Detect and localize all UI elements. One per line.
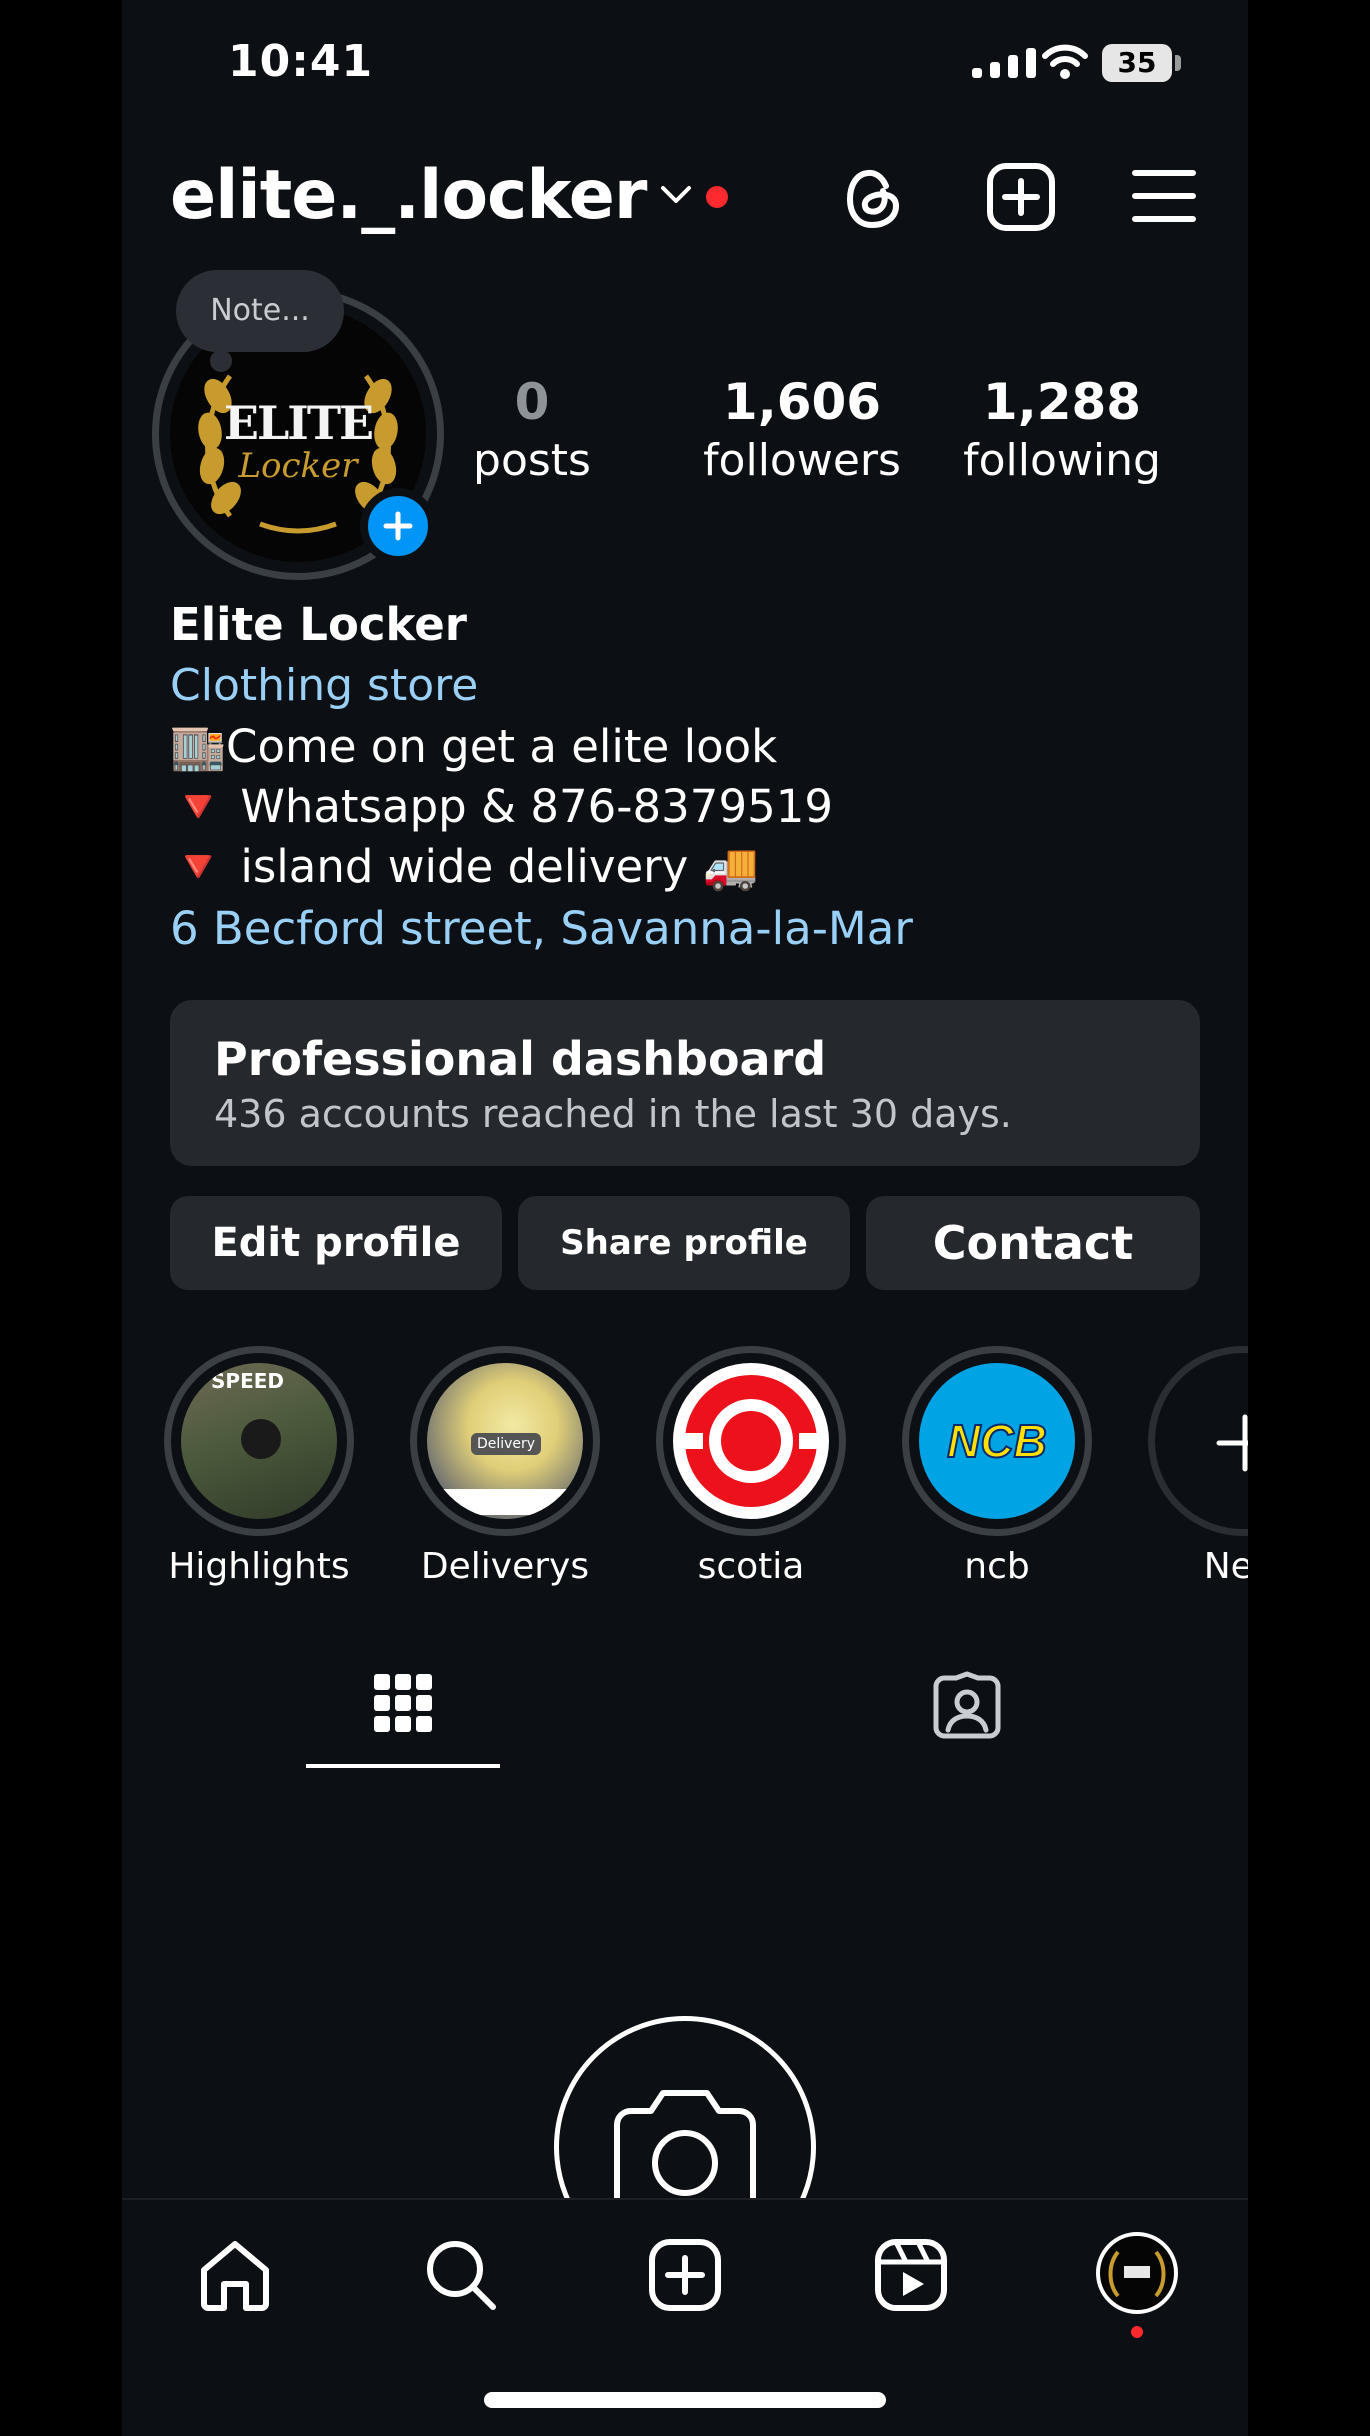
following-stat[interactable]: 1,288 following bbox=[952, 372, 1172, 490]
highlight-scotia[interactable] bbox=[656, 1346, 846, 1536]
note-bubble-tail bbox=[210, 350, 232, 372]
bio-line-3: 🔻 island wide delivery 🚚 bbox=[170, 840, 759, 893]
followers-label: followers bbox=[703, 435, 901, 486]
home-indicator bbox=[484, 2392, 886, 2408]
create-icon[interactable] bbox=[986, 162, 1056, 232]
highlight-ncb-cover: NCB bbox=[919, 1363, 1075, 1519]
grid-icon[interactable] bbox=[372, 1672, 434, 1734]
highlight-highlights-cover: SPEED bbox=[181, 1363, 337, 1519]
posts-label: posts bbox=[473, 435, 591, 486]
tagged-icon[interactable] bbox=[932, 1670, 1002, 1740]
plus-icon bbox=[1216, 1414, 1248, 1472]
highlight-label-deliverys: Deliverys bbox=[420, 1546, 590, 1587]
dashboard-subtitle: 436 accounts reached in the last 30 days… bbox=[214, 1092, 1012, 1136]
bio-line-1: 🏬Come on get a elite look bbox=[170, 720, 778, 773]
highlight-scotia-cover bbox=[673, 1363, 829, 1519]
followers-count: 1,606 bbox=[722, 373, 882, 431]
posts-stat[interactable]: 0 posts bbox=[442, 372, 622, 490]
instagram-profile-screen: 10:41 35 elite._.locker ELITE Locker Not… bbox=[122, 0, 1248, 2436]
highlight-deliverys-caption-strip bbox=[439, 1489, 571, 1515]
plus-icon bbox=[383, 511, 413, 541]
battery-indicator: 35 bbox=[1102, 44, 1172, 82]
posts-count: 0 bbox=[514, 373, 550, 431]
address-link[interactable]: 6 Becford street, Savanna-la-Mar bbox=[170, 902, 913, 955]
reels-icon[interactable] bbox=[874, 2238, 948, 2312]
professional-dashboard-card[interactable]: Professional dashboard 436 accounts reac… bbox=[170, 1000, 1200, 1166]
highlight-highlights[interactable]: SPEED bbox=[164, 1346, 354, 1536]
notification-dot bbox=[1131, 2326, 1143, 2338]
highlight-deliverys-cover: Delivery bbox=[427, 1363, 583, 1519]
chevron-down-icon[interactable] bbox=[660, 184, 692, 206]
dashboard-title: Professional dashboard bbox=[214, 1032, 827, 1086]
username-switcher[interactable]: elite._.locker bbox=[170, 154, 647, 238]
laurel-wreath-logo bbox=[1108, 2250, 1166, 2298]
threads-icon[interactable] bbox=[842, 164, 906, 234]
highlight-label-scotia: scotia bbox=[697, 1546, 805, 1587]
add-story-button[interactable] bbox=[360, 488, 436, 564]
contact-button[interactable]: Contact bbox=[866, 1196, 1200, 1290]
avatar-logo-title: ELITE bbox=[223, 396, 374, 450]
avatar-logo-subtitle: Locker bbox=[238, 446, 358, 486]
bio-line-2: 🔻 Whatsapp & 876-8379519 bbox=[170, 780, 833, 833]
highlight-highlights-logo bbox=[241, 1419, 281, 1459]
signal-icon bbox=[972, 48, 1036, 78]
display-name: Elite Locker bbox=[170, 598, 467, 651]
highlight-highlights-badge: SPEED bbox=[211, 1369, 284, 1393]
highlight-ncb[interactable]: NCB bbox=[902, 1346, 1092, 1536]
wifi-icon bbox=[1042, 44, 1088, 79]
highlight-new[interactable] bbox=[1148, 1346, 1248, 1536]
create-icon[interactable] bbox=[648, 2238, 722, 2312]
following-count: 1,288 bbox=[982, 373, 1142, 431]
edit-profile-button[interactable]: Edit profile bbox=[170, 1196, 502, 1290]
battery-tip bbox=[1175, 55, 1181, 71]
following-label: following bbox=[963, 435, 1161, 486]
highlight-deliverys-badge: Delivery bbox=[471, 1433, 541, 1455]
highlight-deliverys[interactable]: Delivery bbox=[410, 1346, 600, 1536]
status-time: 10:41 bbox=[228, 36, 374, 87]
highlight-label-new: New bbox=[1203, 1546, 1248, 1587]
category-label[interactable]: Clothing store bbox=[170, 660, 478, 711]
note-bubble[interactable]: Note... bbox=[176, 270, 344, 352]
ncb-logo-icon: NCB bbox=[946, 1414, 1048, 1468]
active-tab-indicator bbox=[306, 1764, 500, 1768]
search-icon[interactable] bbox=[424, 2238, 498, 2312]
highlight-label-highlights: Highlights bbox=[168, 1546, 350, 1587]
home-icon[interactable] bbox=[198, 2238, 272, 2312]
followers-stat[interactable]: 1,606 followers bbox=[692, 372, 912, 490]
menu-icon[interactable] bbox=[1132, 168, 1196, 224]
share-profile-button[interactable]: Share profile bbox=[518, 1196, 850, 1290]
notification-dot bbox=[706, 186, 728, 208]
scotia-logo-icon bbox=[683, 1375, 819, 1507]
camera-icon bbox=[614, 2090, 756, 2215]
highlight-label-ncb: ncb bbox=[964, 1546, 1030, 1587]
profile-avatar[interactable] bbox=[1096, 2232, 1178, 2314]
